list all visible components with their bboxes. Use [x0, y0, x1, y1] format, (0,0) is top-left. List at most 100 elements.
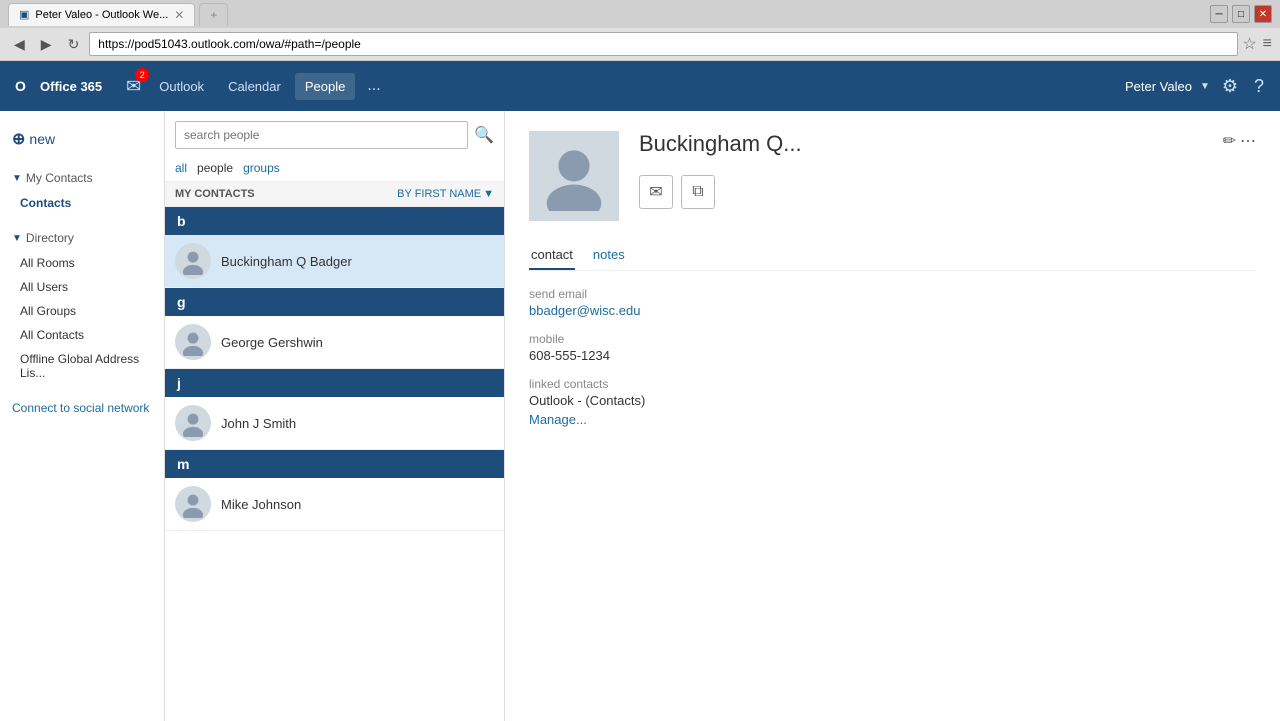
- my-contacts-arrow: ▼: [12, 173, 22, 184]
- refresh-button[interactable]: ↻: [62, 33, 86, 56]
- app-header: O Office 365 ✉ 2 Outlook Calendar People…: [0, 61, 1280, 111]
- header-right: Peter Valeo ▼ ⚙ ?: [1125, 72, 1268, 101]
- detail-field-linked-contacts: linked contacts Outlook - (Contacts) Man…: [529, 377, 1256, 427]
- tabs-area: ▣ Peter Valeo - Outlook We... ✕ +: [8, 3, 228, 26]
- detail-avatar: [529, 131, 619, 221]
- help-icon[interactable]: ?: [1250, 72, 1268, 101]
- minimize-button[interactable]: ─: [1210, 5, 1228, 23]
- nav-more[interactable]: ...: [359, 71, 388, 101]
- filter-people[interactable]: people: [197, 159, 233, 177]
- connect-social-link[interactable]: Connect to social network: [0, 385, 164, 431]
- contact-item-john[interactable]: John J Smith: [165, 397, 504, 450]
- search-input[interactable]: [175, 121, 468, 149]
- sort-button[interactable]: BY FIRST NAME ▼: [397, 188, 494, 200]
- detail-name-area: Buckingham Q... ✏ ⋯ ✉ ⧉: [639, 131, 1256, 209]
- edit-button[interactable]: ✏: [1223, 131, 1236, 151]
- forward-button[interactable]: ▶: [35, 33, 58, 56]
- inactive-tab-icon: +: [210, 8, 217, 22]
- maximize-button[interactable]: □: [1232, 5, 1250, 23]
- detail-action-buttons: ✉ ⧉: [639, 175, 1256, 209]
- user-dropdown-icon[interactable]: ▼: [1200, 81, 1210, 92]
- search-button[interactable]: 🔍: [474, 125, 494, 145]
- nav-icons: ☆ ≡: [1242, 34, 1272, 54]
- more-options-button[interactable]: ⋯: [1240, 131, 1256, 151]
- send-email-value[interactable]: bbadger@wisc.edu: [529, 303, 1256, 318]
- office-logo-text: Office 365: [40, 79, 102, 94]
- directory-section: ▼ Directory All Rooms All Users All Grou…: [0, 225, 164, 385]
- mobile-value: 608-555-1234: [529, 348, 1256, 363]
- window-controls: ─ □ ✕: [1210, 5, 1272, 23]
- sort-label: BY FIRST NAME: [397, 188, 481, 200]
- linked-contacts-label: linked contacts: [529, 377, 1256, 391]
- close-button[interactable]: ✕: [1254, 5, 1272, 23]
- nav-people[interactable]: People: [295, 73, 355, 100]
- detail-panel: Buckingham Q... ✏ ⋯ ✉ ⧉ contact notes se…: [505, 111, 1280, 721]
- detail-name: Buckingham Q...: [639, 131, 802, 157]
- sidebar-item-all-users[interactable]: All Users: [0, 275, 164, 299]
- my-contacts-label: My Contacts: [26, 171, 93, 185]
- address-bar[interactable]: [89, 32, 1238, 56]
- nav-outlook[interactable]: Outlook: [149, 73, 214, 100]
- contacts-section-label: MY CONTACTS: [175, 188, 255, 200]
- tab-title: Peter Valeo - Outlook We...: [35, 9, 168, 21]
- linked-contacts-value: Outlook - (Contacts): [529, 393, 1256, 408]
- letter-group-g: g: [165, 288, 504, 316]
- contact-item-buckingham[interactable]: Buckingham Q Badger: [165, 235, 504, 288]
- back-button[interactable]: ◀: [8, 33, 31, 56]
- browser-chrome: ▣ Peter Valeo - Outlook We... ✕ + ─ □ ✕ …: [0, 0, 1280, 61]
- sidebar: ⊕ new ▼ My Contacts Contacts ▼ Directory…: [0, 111, 165, 721]
- send-email-button[interactable]: ✉: [639, 175, 673, 209]
- office-logo[interactable]: O Office 365: [12, 75, 102, 97]
- avatar-john: [175, 405, 211, 441]
- mail-icon-wrapper[interactable]: ✉ 2: [122, 72, 145, 101]
- detail-field-mobile: mobile 608-555-1234: [529, 332, 1256, 363]
- manage-link[interactable]: Manage...: [529, 412, 1256, 427]
- search-icon: 🔍: [474, 127, 494, 144]
- avatar-mike: [175, 486, 211, 522]
- copy-button[interactable]: ⧉: [681, 175, 715, 209]
- user-name[interactable]: Peter Valeo: [1125, 79, 1192, 94]
- avatar-george: [175, 324, 211, 360]
- sidebar-item-all-groups[interactable]: All Groups: [0, 299, 164, 323]
- contact-item-george[interactable]: George Gershwin: [165, 316, 504, 369]
- filter-tabs: all people groups: [165, 155, 504, 181]
- contact-name-mike: Mike Johnson: [221, 497, 301, 512]
- directory-arrow: ▼: [12, 233, 22, 244]
- tab-contact[interactable]: contact: [529, 241, 575, 270]
- menu-icon[interactable]: ≡: [1263, 35, 1272, 53]
- sort-icon: ▼: [483, 188, 494, 200]
- sidebar-item-all-contacts[interactable]: All Contacts: [0, 323, 164, 347]
- office-logo-icon: O: [12, 75, 34, 97]
- send-email-label: send email: [529, 287, 1256, 301]
- settings-icon[interactable]: ⚙: [1218, 72, 1242, 101]
- tab-close-icon[interactable]: ✕: [174, 8, 184, 22]
- nav-calendar[interactable]: Calendar: [218, 73, 291, 100]
- active-tab[interactable]: ▣ Peter Valeo - Outlook We... ✕: [8, 3, 195, 26]
- contact-item-mike[interactable]: Mike Johnson: [165, 478, 504, 531]
- contact-name-george: George Gershwin: [221, 335, 323, 350]
- sidebar-item-all-rooms[interactable]: All Rooms: [0, 251, 164, 275]
- mobile-label: mobile: [529, 332, 1256, 346]
- sidebar-item-contacts[interactable]: Contacts: [0, 191, 164, 215]
- svg-text:O: O: [15, 78, 26, 94]
- sidebar-item-offline-gal[interactable]: Offline Global Address Lis...: [0, 347, 164, 385]
- header-nav: ✉ 2 Outlook Calendar People ...: [122, 71, 1125, 101]
- new-icon: ⊕: [12, 129, 25, 149]
- my-contacts-header[interactable]: ▼ My Contacts: [0, 165, 164, 191]
- letter-group-j: j: [165, 369, 504, 397]
- new-button[interactable]: ⊕ new: [0, 121, 164, 157]
- bookmark-icon[interactable]: ☆: [1242, 34, 1256, 54]
- mail-badge: 2: [135, 68, 149, 82]
- my-contacts-section: ▼ My Contacts Contacts: [0, 165, 164, 215]
- detail-field-email: send email bbadger@wisc.edu: [529, 287, 1256, 318]
- filter-all[interactable]: all: [175, 159, 187, 177]
- nav-bar: ◀ ▶ ↻ ☆ ≡: [0, 28, 1280, 60]
- directory-header[interactable]: ▼ Directory: [0, 225, 164, 251]
- detail-header-actions: ✏ ⋯: [1223, 131, 1256, 151]
- letter-group-b: b: [165, 207, 504, 235]
- inactive-tab[interactable]: +: [199, 3, 228, 26]
- filter-groups[interactable]: groups: [243, 159, 280, 177]
- directory-label: Directory: [26, 231, 74, 245]
- tab-notes[interactable]: notes: [591, 241, 627, 270]
- detail-tabs: contact notes: [529, 241, 1256, 271]
